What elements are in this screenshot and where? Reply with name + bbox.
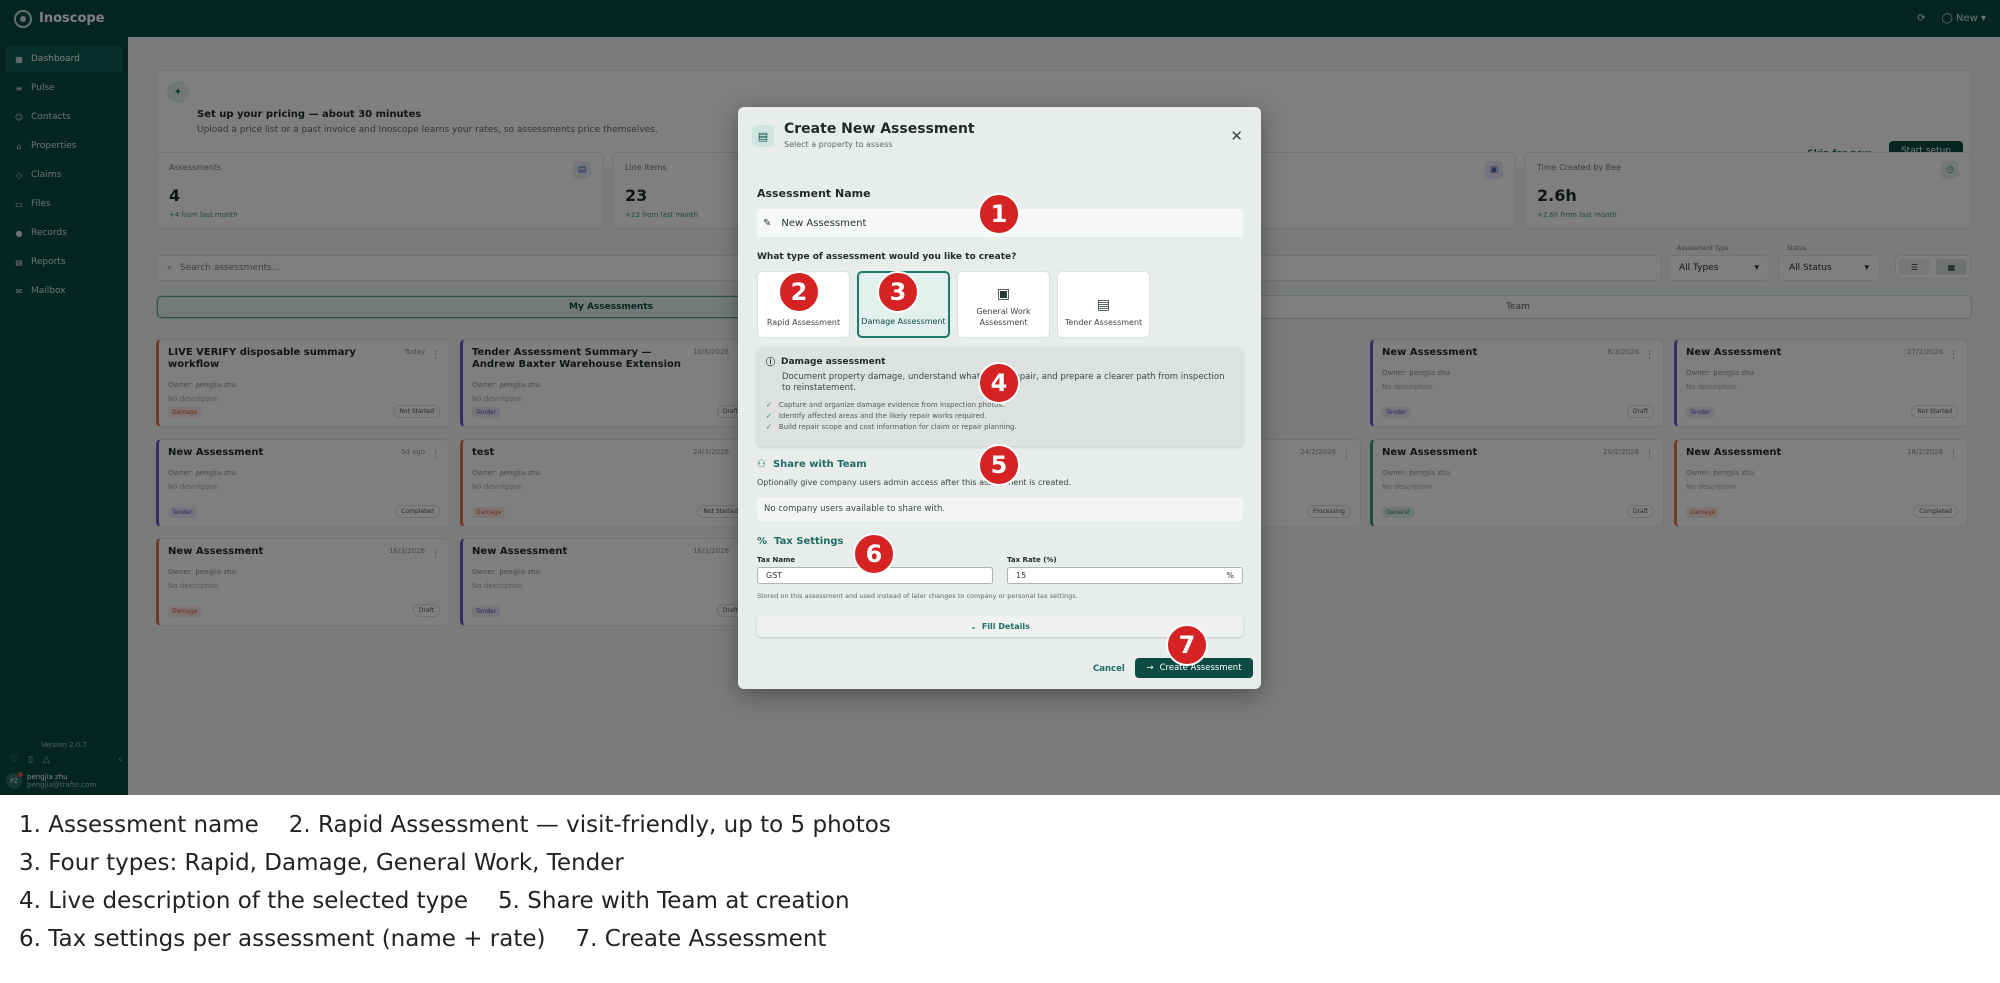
- caption-5: 5. Share with Team at creation: [498, 888, 850, 914]
- caption-2: 2. Rapid Assessment — visit-friendly, up…: [288, 812, 891, 838]
- caption-line: 3. Four types: Rapid, Damage, General Wo…: [19, 850, 2000, 888]
- caption-7: 7. Create Assessment: [575, 926, 827, 952]
- caption-line: 6. Tax settings per assessment (name + r…: [19, 926, 2000, 964]
- document-icon: ▤: [1096, 297, 1111, 313]
- type-general-work-assessment[interactable]: ▣ General Work Assessment: [957, 271, 1050, 338]
- type-tender-assessment[interactable]: ▤ Tender Assessment: [1057, 271, 1150, 338]
- assessment-name-value: New Assessment: [781, 217, 867, 229]
- tax-name-label: Tax Name: [757, 556, 796, 564]
- tax-rate-unit: %: [1226, 571, 1234, 580]
- type-question: What type of assessment would you like t…: [757, 252, 1017, 262]
- annotation-badge-6: 6: [853, 533, 895, 575]
- description-points: ✓ Capture and organize damage evidence fr…: [766, 401, 1234, 431]
- check-circle-icon: ✓: [766, 412, 772, 420]
- briefcase-icon: ▣: [996, 286, 1011, 302]
- chevron-down-icon: ⌄: [970, 621, 977, 631]
- app-screenshot: Inoscope ⟳ ◯ New ▾ ▦Dashboard ≡Pulse ☺Co…: [0, 0, 2000, 795]
- caption-legend: 1. Assessment name 2. Rapid Assessment — …: [0, 795, 2000, 983]
- dialog-subtitle: Select a property to assess: [784, 140, 893, 149]
- clipboard-icon: ▤: [752, 125, 774, 147]
- pencil-icon: ✎: [763, 217, 772, 229]
- share-section-title: ⚇ Share with Team: [757, 459, 867, 470]
- caption-line: 1. Assessment name 2. Rapid Assessment — …: [19, 812, 2000, 850]
- tax-section-title: % Tax Settings: [757, 536, 843, 547]
- type-label: General Work Assessment: [976, 307, 1031, 327]
- tax-name-value: GST: [766, 571, 783, 580]
- annotation-badge-2: 2: [778, 271, 820, 313]
- caption-line: 4. Live description of the selected type…: [19, 888, 2000, 926]
- tax-rate-label: Tax Rate (%): [1007, 556, 1057, 564]
- caption-3: 3. Four types: Rapid, Damage, General Wo…: [19, 850, 624, 876]
- point-text: Identify affected areas and the likely r…: [778, 412, 987, 420]
- close-icon[interactable]: ✕: [1230, 127, 1243, 145]
- description-title-text: Damage assessment: [781, 356, 886, 367]
- users-icon: ⚇: [757, 459, 766, 470]
- percent-icon: %: [757, 536, 768, 547]
- tax-rate-input[interactable]: 15 %: [1007, 567, 1243, 584]
- share-title-text: Share with Team: [772, 459, 867, 470]
- tax-rate-value: 15: [1016, 571, 1027, 580]
- dialog-header: ▤ Create New Assessment Select a propert…: [752, 121, 975, 149]
- fill-details-label: Fill Details: [981, 621, 1030, 631]
- list-item: ✓ Identify affected areas and the likely …: [766, 412, 1234, 420]
- annotation-badge-7: 7: [1166, 624, 1208, 666]
- caption-1: 1. Assessment name: [19, 812, 259, 838]
- tax-note: Stored on this assessment and used inste…: [757, 592, 1078, 600]
- arrow-right-icon: →: [1146, 663, 1154, 673]
- check-circle-icon: ✓: [766, 401, 772, 409]
- caption-6: 6. Tax settings per assessment (name + r…: [19, 926, 546, 952]
- point-text: Build repair scope and cost information …: [778, 423, 1017, 431]
- type-label: Rapid Assessment: [766, 318, 841, 327]
- share-user-list: No company users available to share with…: [757, 497, 1243, 521]
- check-circle-icon: ✓: [766, 423, 772, 431]
- share-description: Optionally give company users admin acce…: [757, 478, 1072, 487]
- point-text: Capture and organize damage evidence fro…: [778, 401, 1005, 409]
- info-icon: ⓘ: [766, 358, 776, 368]
- annotation-badge-3: 3: [877, 271, 919, 313]
- annotation-badge-5: 5: [978, 444, 1020, 486]
- cancel-button[interactable]: Cancel: [1093, 664, 1125, 674]
- type-label: Damage Assessment: [861, 317, 946, 326]
- list-item: ✓ Build repair scope and cost information…: [766, 423, 1234, 431]
- caption-4: 4. Live description of the selected type: [19, 888, 469, 914]
- assessment-name-label: Assessment Name: [757, 187, 871, 200]
- create-label: Create Assessment: [1159, 663, 1242, 673]
- annotation-badge-4: 4: [978, 362, 1020, 404]
- tax-title-text: Tax Settings: [774, 536, 844, 547]
- annotation-badge-1: 1: [978, 193, 1020, 235]
- dialog-title: Create New Assessment: [784, 121, 975, 137]
- type-label: Tender Assessment: [1064, 318, 1143, 327]
